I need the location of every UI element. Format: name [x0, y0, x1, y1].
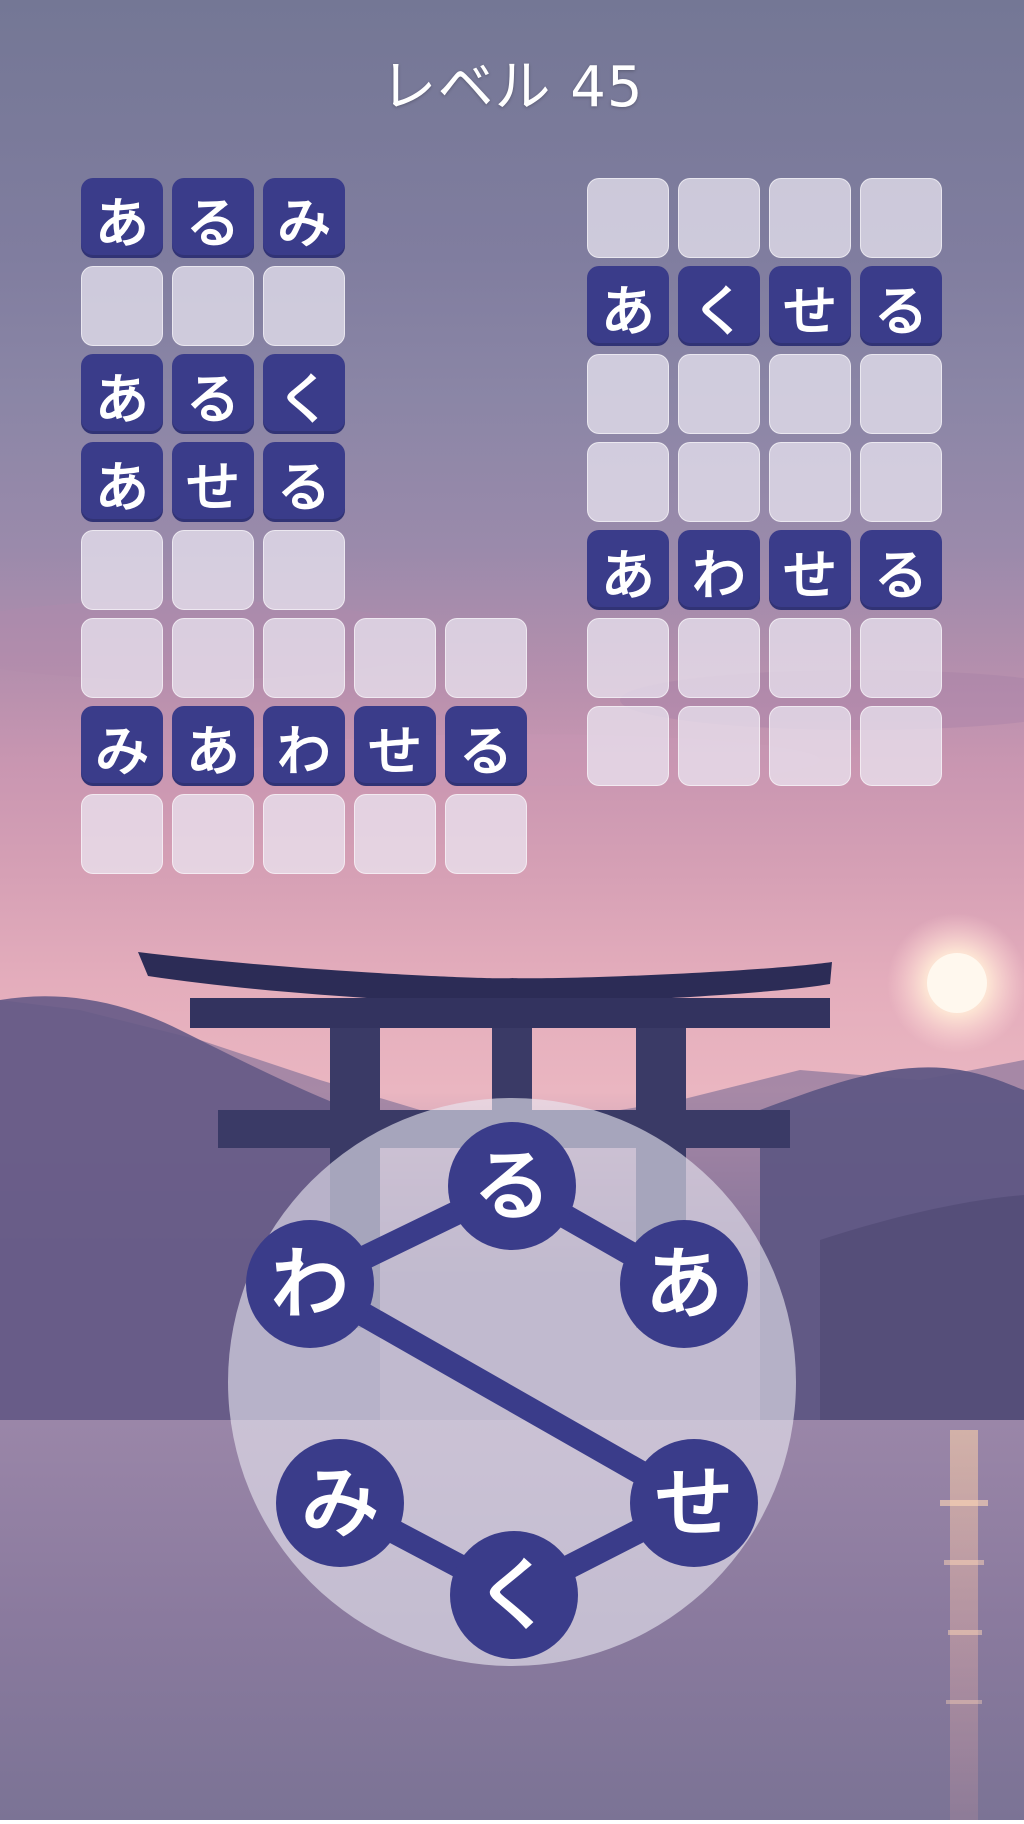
wheel-letter[interactable]: く: [450, 1531, 578, 1659]
wheel-letter[interactable]: み: [276, 1439, 404, 1567]
wheel-letter-label: み: [301, 1459, 379, 1549]
wheel-letter-label: あ: [645, 1240, 723, 1330]
wheel-letter[interactable]: あ: [620, 1220, 748, 1348]
letter-wheel[interactable]: るあせく み わ: [0, 0, 1024, 1820]
wheel-letter-label: わ: [271, 1240, 349, 1330]
letter-wheel-area: るあせく み わ: [0, 0, 1024, 1820]
wheel-letter-label: る: [473, 1142, 551, 1232]
wheel-letter[interactable]: る: [448, 1122, 576, 1250]
wheel-letter-label: せ: [655, 1459, 733, 1549]
wheel-letter-label: く: [475, 1551, 553, 1641]
wheel-letter[interactable]: せ: [630, 1439, 758, 1567]
wheel-letter[interactable]: わ: [246, 1220, 374, 1348]
